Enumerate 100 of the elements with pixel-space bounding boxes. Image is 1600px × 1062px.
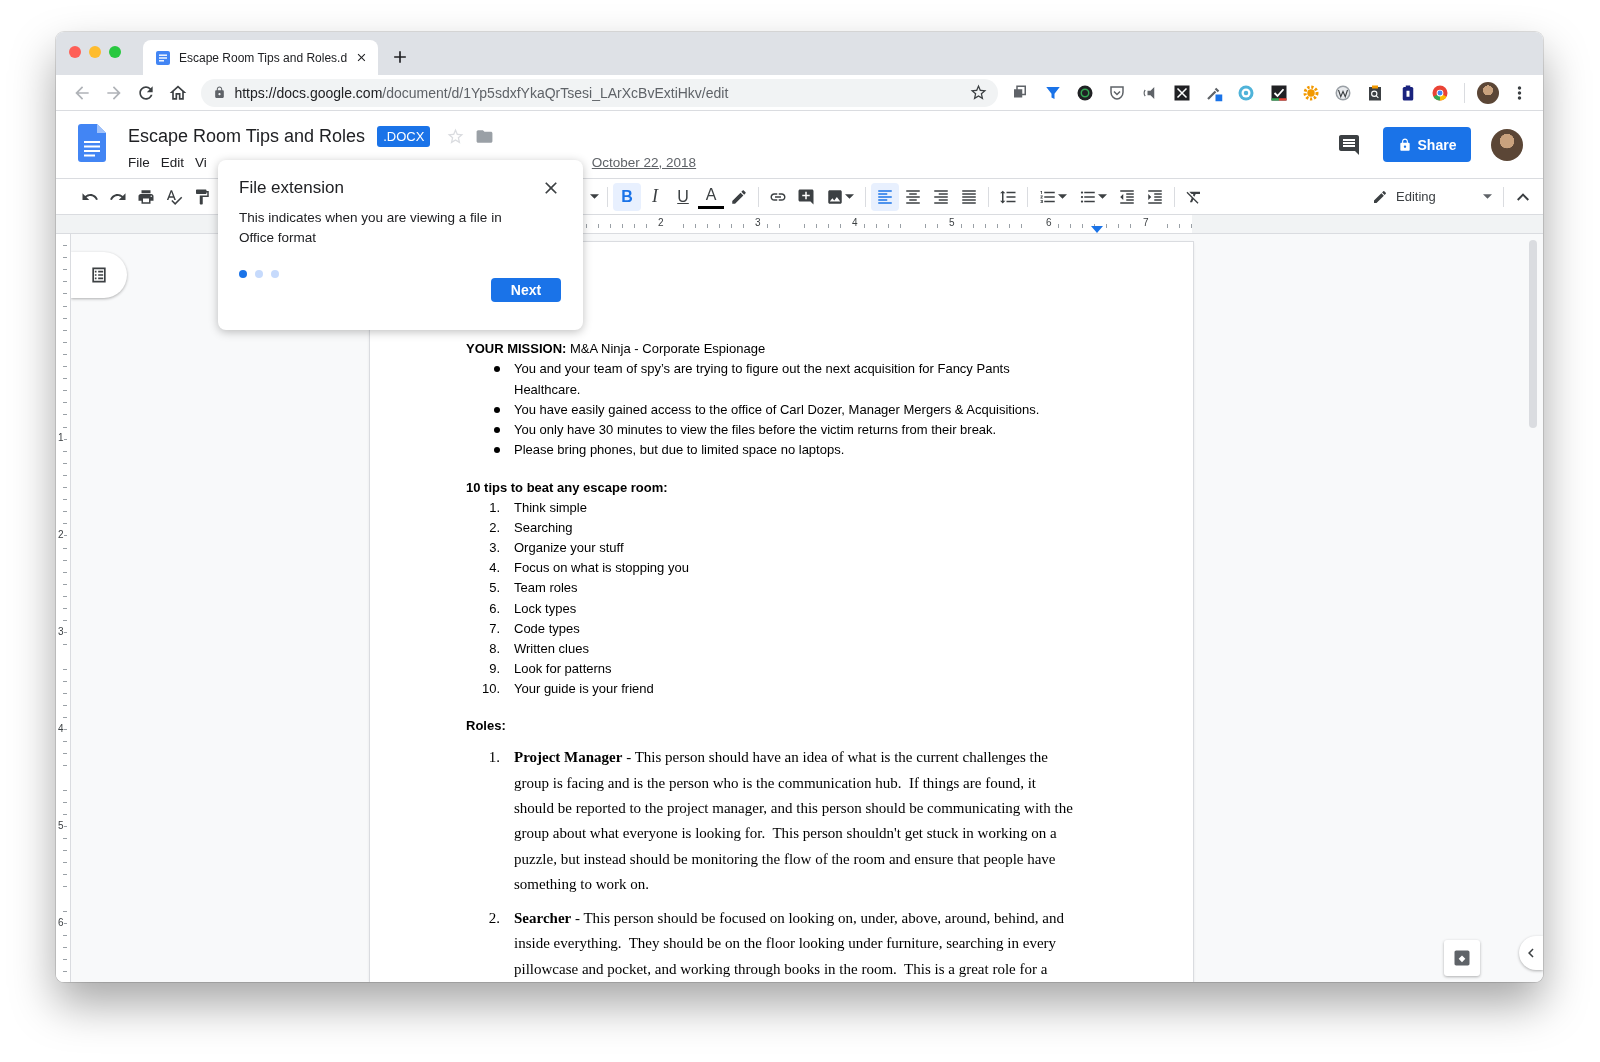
section-heading: 10 tips to beat any escape room:	[466, 478, 669, 497]
address-field[interactable]: https://docs.google.com/document/d/1Yp5sdxfYkaQrTsesi_LArXcBvExtiHkv/edit	[201, 78, 999, 107]
list-number: 3.	[488, 539, 501, 558]
document-icon	[155, 49, 171, 66]
browser-tab[interactable]: Escape Room Tips and Roles.d	[143, 40, 378, 75]
tooltip-text: This indicates when you are viewing a file in Office format	[239, 209, 503, 247]
ruler-number: 6	[58, 917, 64, 929]
mode-dropdown[interactable]: Editing	[1366, 182, 1498, 211]
list-number: 10.	[480, 679, 501, 698]
add-comment-icon	[797, 187, 815, 206]
cross-box-icon	[1172, 83, 1191, 102]
marker-icon	[730, 187, 748, 206]
list-number: 1.	[488, 499, 501, 518]
decrease-indent-icon	[1118, 187, 1136, 206]
bold-button[interactable]: B	[613, 182, 641, 211]
avatar[interactable]	[1477, 81, 1500, 104]
list-item-text: Code types	[514, 619, 580, 638]
bullet-icon	[494, 406, 500, 413]
lock-icon	[213, 86, 227, 99]
list-number: 8.	[488, 639, 501, 658]
star-icon	[446, 126, 466, 146]
caret-icon	[1483, 194, 1492, 199]
ruler-number: 1	[58, 432, 64, 444]
list-number: 6.	[488, 599, 501, 618]
align-left-button[interactable]	[871, 182, 899, 211]
list-number: 2.	[487, 909, 501, 929]
list-number: 2.	[488, 519, 501, 538]
url-text: https://docs.google.com/document/d/1Yp5sdxfYkaQrTsesi_LArXcBvExtiHkv/edit	[233, 84, 730, 101]
list-item-text: Your guide is your friend	[514, 679, 654, 698]
minimize-dot[interactable]	[89, 46, 101, 58]
star-icon	[969, 83, 989, 102]
list-item-text: Please bring phones, but due to limited space no laptops.	[514, 441, 846, 460]
list-item-text: Look for patterns	[514, 659, 612, 678]
section-heading: Roles:	[466, 717, 507, 735]
eye-icon	[1237, 83, 1256, 102]
spellcheck-icon	[165, 187, 183, 206]
paragraph-text: Searcher - This person should be focused on looking on, under, above, around, behind, and inside everything. They should be on the floor looking under furniture, searching in every pillowcase and pocket, and working through books in the room. This is a great role for a	[514, 909, 1065, 979]
outline-button[interactable]	[71, 252, 127, 298]
more-icon	[1516, 84, 1522, 101]
document-text: YOUR MISSION: M&A Ninja - Corporate Espionage	[466, 340, 767, 358]
pencil-icon	[1372, 188, 1388, 205]
disc-icon	[1075, 83, 1094, 102]
ruler-number: 4	[851, 217, 859, 228]
shield-icon	[1108, 83, 1127, 102]
bullet-icon	[494, 447, 500, 454]
align-right-icon	[932, 187, 950, 206]
wave-icon	[1334, 83, 1353, 102]
paragraph-text: Project Manager - This person should have an idea of what is the current challenges the group is facing and is the person who is the communication hub. If things are found, it should be reported to the project manager, and this person should be communicating with the group about what everyone is looking for. This person shouldn't get stuck in working on a puzzle, but instead should be monitoring the flow of the room and ensure that people have something to work on.	[514, 748, 1074, 894]
zoom-dot[interactable]	[109, 46, 121, 58]
file-type-badge[interactable]: .DOCX	[377, 125, 431, 147]
checkbox-icon	[1269, 83, 1288, 102]
list-item-text: You have easily gained access to the office of Carl Dozer, Manager Mergers & Acquisitions.	[514, 400, 1041, 419]
list-number: 1.	[487, 748, 501, 768]
menu-item[interactable]: Vi	[195, 154, 216, 170]
close-dot[interactable]	[69, 46, 81, 58]
lock-icon	[1397, 137, 1412, 152]
bullet-icon	[494, 427, 500, 434]
list-item-text: You and your team of spy’s are trying to figure out the next acquisition for Fancy Pants Healthcare.	[514, 360, 1011, 399]
tooltip-title: File extension	[239, 178, 344, 198]
image-icon	[826, 187, 844, 206]
ruler-number: 3	[58, 626, 64, 638]
explore-button[interactable]	[1444, 940, 1480, 976]
caret-icon	[590, 194, 599, 199]
underline-button[interactable]: U	[669, 182, 697, 211]
docs-logo-icon[interactable]	[78, 123, 106, 162]
ruler-number: 3	[754, 217, 762, 228]
paint-roller-icon	[193, 187, 211, 206]
explore-icon	[1452, 948, 1472, 968]
share-button[interactable]: Share	[1383, 127, 1471, 162]
side-panel-button[interactable]	[1519, 936, 1543, 970]
align-center-icon	[904, 187, 922, 206]
list-item-text: Focus on what is stopping you	[514, 559, 689, 578]
next-button[interactable]: Next	[491, 278, 561, 302]
scrollbar[interactable]	[1529, 240, 1537, 428]
list-number: 4.	[488, 559, 501, 578]
list-item-text: Written clues	[514, 639, 589, 658]
step-dot[interactable]	[271, 270, 279, 278]
list-item-text: You only have 30 minutes to view the files before the victim returns from their break.	[514, 421, 998, 440]
menu-item[interactable]: Edit	[160, 154, 194, 170]
list-item-text: Organize your stuff	[514, 539, 624, 558]
text-color-button[interactable]: A	[698, 184, 724, 209]
step-dot[interactable]	[255, 270, 263, 278]
ruler-number: 7	[1142, 217, 1150, 228]
list-number: 9.	[488, 659, 501, 678]
align-justify-icon	[960, 187, 978, 206]
menu-item[interactable]: File	[128, 154, 159, 170]
ruler-number: 2	[58, 529, 64, 541]
ruler-number: 2	[657, 217, 665, 228]
avatar[interactable]	[1491, 128, 1523, 161]
ruler-number: 6	[1045, 217, 1053, 228]
italic-button[interactable]: I	[641, 182, 669, 211]
step-dot[interactable]	[239, 270, 247, 278]
list-item-text: Searching	[514, 519, 573, 538]
last-edit-link[interactable]: October 22, 2018	[591, 154, 697, 170]
list-number: 7.	[488, 619, 501, 638]
tab-title: Escape Room Tips and Roles.d	[179, 50, 348, 65]
document-title[interactable]: Escape Room Tips and Roles	[128, 125, 366, 147]
ruler-number: 5	[58, 820, 64, 832]
list-item-text: Lock types	[514, 599, 577, 618]
list-item-text: Think simple	[514, 499, 587, 518]
